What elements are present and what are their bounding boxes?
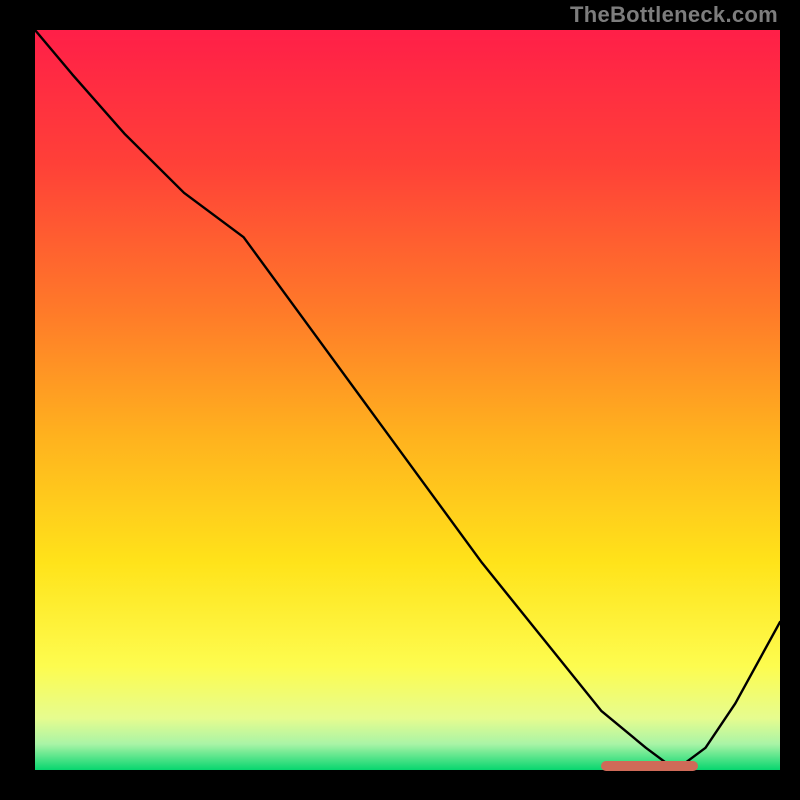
chart-container: TheBottleneck.com [0,0,800,800]
valley-marker [601,761,698,771]
plot-svg [35,30,780,770]
gradient-background [35,30,780,770]
plot-area [35,30,780,770]
watermark-text: TheBottleneck.com [570,2,778,28]
